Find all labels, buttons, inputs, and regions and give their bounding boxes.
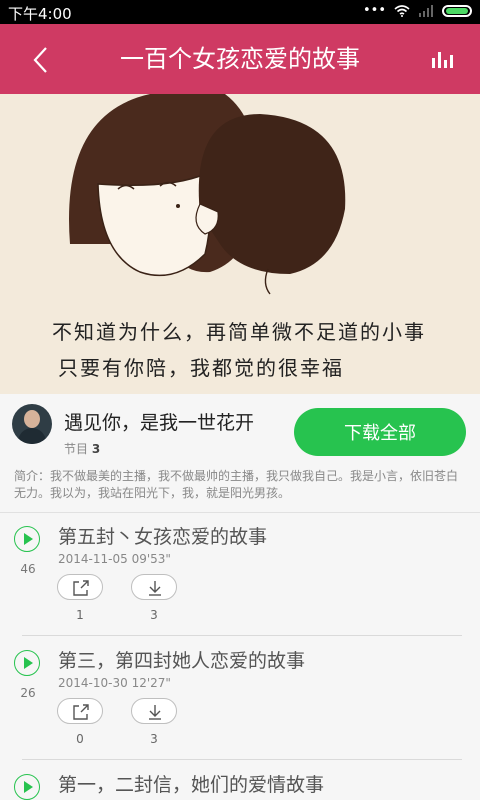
couple-illustration xyxy=(0,94,480,394)
track-date: 2014-11-05 xyxy=(58,552,128,566)
status-icons: ••• xyxy=(363,3,472,18)
play-icon[interactable] xyxy=(14,526,40,552)
track-title: 第一，二封信，她们的爱情故事 xyxy=(58,774,325,796)
download-count: 3 xyxy=(150,732,158,746)
share-icon xyxy=(73,704,89,720)
episode-count-label: 节目 xyxy=(64,442,89,456)
cover-image: 不知道为什么，再简单微不足道的小事 只要有你陪，我都觉的很幸福 xyxy=(0,94,480,394)
track-date: 2014-10-30 xyxy=(58,676,128,690)
banner-caption-line2: 只要有你陪，我都觉的很幸福 xyxy=(58,356,344,380)
chevron-left-icon[interactable] xyxy=(32,46,48,74)
track-duration: 09'53" xyxy=(131,552,171,566)
download-button[interactable] xyxy=(131,698,177,724)
share-count: 1 xyxy=(76,608,84,622)
program-info: 遇见你，是我一世花开 节目 3 下载全部 简介：我不做最美的主播，我不做最帅的主… xyxy=(0,394,480,513)
episode-count: 节目 3 xyxy=(64,440,100,457)
track-item[interactable]: 46 第五封丶女孩恋爱的故事 2014-11-05 09'53" 1 3 xyxy=(0,512,480,636)
share-count: 0 xyxy=(76,732,84,746)
equalizer-icon[interactable] xyxy=(432,50,454,68)
program-intro: 简介：我不做最美的主播，我不做最帅的主播，我只做我自己。我是小言，依旧苍白无力。… xyxy=(14,469,459,500)
track-title: 第三，第四封她人恋爱的故事 xyxy=(58,650,306,672)
download-count: 3 xyxy=(150,608,158,622)
banner-caption-line1: 不知道为什么，再简单微不足道的小事 xyxy=(52,320,426,344)
episode-count-value: 3 xyxy=(91,442,101,456)
share-button[interactable] xyxy=(57,698,103,724)
download-icon xyxy=(149,581,161,596)
wifi-icon xyxy=(394,4,410,17)
program-title: 遇见你，是我一世花开 xyxy=(64,412,255,434)
track-title: 第五封丶女孩恋爱的故事 xyxy=(58,526,268,548)
status-bar: 下午4:00 ••• xyxy=(0,0,480,24)
download-all-button[interactable]: 下载全部 xyxy=(294,408,466,456)
battery-icon xyxy=(442,4,472,17)
download-button[interactable] xyxy=(131,574,177,600)
app-header: 一百个女孩恋爱的故事 xyxy=(0,24,480,94)
avatar[interactable] xyxy=(12,404,52,444)
download-icon xyxy=(149,705,161,720)
track-meta: 2014-10-30 12'27" xyxy=(58,676,171,690)
play-count: 46 xyxy=(20,562,36,576)
play-count: 26 xyxy=(20,686,36,700)
status-time: 下午4:00 xyxy=(8,5,72,23)
play-icon[interactable] xyxy=(14,774,40,800)
signal-icon xyxy=(419,4,433,17)
notification-dots-icon: ••• xyxy=(362,3,386,18)
track-duration: 12'27" xyxy=(131,676,171,690)
track-meta: 2014-11-05 09'53" xyxy=(58,552,171,566)
track-item[interactable]: 26 第三，第四封她人恋爱的故事 2014-10-30 12'27" 0 3 xyxy=(0,636,480,760)
share-button[interactable] xyxy=(57,574,103,600)
share-icon xyxy=(73,580,89,596)
play-icon[interactable] xyxy=(14,650,40,676)
page-title: 一百个女孩恋爱的故事 xyxy=(120,45,360,73)
track-item[interactable]: 第一，二封信，她们的爱情故事 xyxy=(0,760,480,800)
